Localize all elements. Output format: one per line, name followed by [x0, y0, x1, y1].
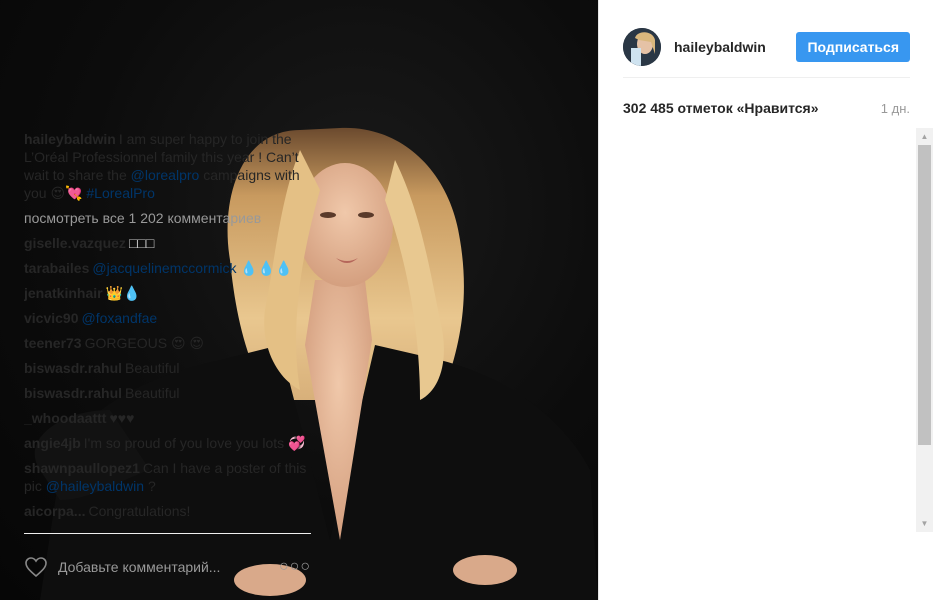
comment-mention[interactable]: @jacquelinemccormick [92, 260, 236, 276]
comment-item: _whoodaattt ♥♥♥ [24, 409, 311, 427]
comment-text: Beautiful [125, 360, 180, 376]
comment-text: ? [144, 478, 156, 494]
view-all-comments-link[interactable]: посмотреть все 1 202 комментариев [24, 209, 311, 227]
comment-text: 👑💧 [105, 285, 141, 301]
comment-item: biswasdr.rahul Beautiful [24, 384, 311, 402]
comment-username[interactable]: shawnpaullopez1 [24, 460, 140, 476]
scroll-up-arrow-icon[interactable]: ▲ [916, 128, 933, 145]
comment-text: Congratulations! [88, 503, 191, 519]
comment-item: shawnpaullopez1 Can I have a poster of th… [24, 459, 311, 495]
caption-username[interactable]: haileybaldwin [24, 131, 116, 147]
comment-text: GORGEOUS 😍 😍 [84, 335, 205, 351]
comment-username[interactable]: _whoodaattt [24, 410, 106, 426]
heart-outline-icon[interactable] [24, 555, 48, 579]
comment-username[interactable]: teener73 [24, 335, 82, 351]
likes-count[interactable]: 302 485 отметок «Нравится» [623, 100, 819, 116]
scrollbar-thumb[interactable] [918, 145, 931, 445]
follow-button[interactable]: Подписаться [796, 31, 910, 62]
comment-text: Beautiful [125, 385, 180, 401]
comments-scrollbar[interactable]: ▲ ▼ [916, 128, 933, 532]
comment-item: angie4jb I'm so proud of you love you lot… [24, 434, 311, 452]
comment-footer: ○○○ [24, 533, 311, 600]
comment-item: aicorpa... Congratulations! [24, 502, 311, 520]
more-options-icon[interactable]: ○○○ [279, 558, 311, 576]
comment-username[interactable]: giselle.vazquez [24, 235, 126, 251]
comment-username[interactable]: tarabailes [24, 260, 89, 276]
scroll-down-arrow-icon[interactable]: ▼ [916, 515, 933, 532]
comment-item: teener73 GORGEOUS 😍 😍 [24, 334, 311, 352]
comment-username[interactable]: aicorpa... [24, 503, 85, 519]
comment-mention[interactable]: @haileybaldwin [46, 478, 144, 494]
post-time[interactable]: 1 дн. [881, 101, 910, 116]
comment-text: □□□ [128, 235, 155, 251]
comment-text: ♥♥♥ [109, 410, 135, 426]
comment-item: giselle.vazquez □□□ [24, 234, 311, 252]
author-avatar[interactable] [623, 27, 661, 66]
comment-username[interactable]: jenatkinhair [24, 285, 103, 301]
comments-list[interactable]: haileybaldwin I am super happy to join th… [24, 130, 311, 532]
comment-item: jenatkinhair 👑💧 [24, 284, 311, 302]
post-sidebar: haileybaldwin Подписаться 302 485 отмето… [598, 0, 933, 600]
caption: haileybaldwin I am super happy to join th… [24, 130, 311, 202]
post-header: haileybaldwin Подписаться [623, 16, 910, 78]
likes-row: 302 485 отметок «Нравится» 1 дн. [623, 98, 910, 118]
add-comment-input[interactable] [58, 559, 279, 575]
comment-username[interactable]: angie4jb [24, 435, 81, 451]
comment-text: 💧💧💧 [236, 260, 293, 276]
comment-username[interactable]: biswasdr.rahul [24, 385, 122, 401]
comment-username[interactable]: vicvic90 [24, 310, 79, 326]
comment-mention[interactable]: @foxandfae [82, 310, 158, 326]
caption-hashtag[interactable]: #LorealPro [86, 185, 155, 201]
comment-text: I'm so proud of you love you lots 💞 [83, 435, 306, 451]
comment-item: tarabailes @jacquelinemccormick 💧💧💧 [24, 259, 311, 277]
comment-item: vicvic90 @foxandfae [24, 309, 311, 327]
comment-username[interactable]: biswasdr.rahul [24, 360, 122, 376]
author-username[interactable]: haileybaldwin [674, 39, 796, 55]
comment-item: biswasdr.rahul Beautiful [24, 359, 311, 377]
caption-mention[interactable]: @lorealpro [131, 167, 200, 183]
